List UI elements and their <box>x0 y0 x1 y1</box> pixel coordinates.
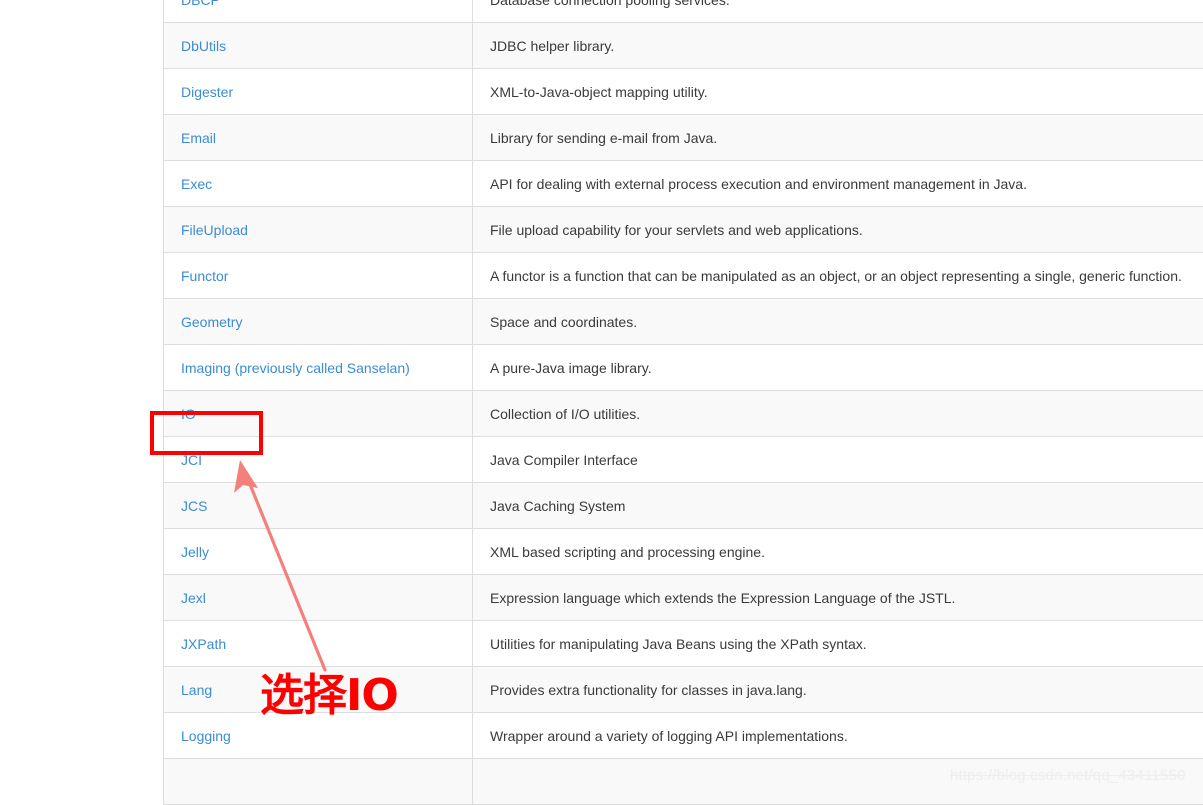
component-link[interactable]: JCI <box>181 452 202 468</box>
component-description-cell: Library for sending e-mail from Java. <box>473 115 1203 161</box>
component-link[interactable]: Lang <box>181 682 212 698</box>
component-description-cell: Java Compiler Interface <box>473 437 1203 483</box>
page-content: DBCP Database connection pooling services… <box>0 0 1203 797</box>
component-link[interactable]: Jexl <box>181 590 206 606</box>
component-description-cell: File upload capability for your servlets… <box>473 207 1203 253</box>
component-link[interactable]: IO <box>181 406 196 422</box>
component-description: A functor is a function that can be mani… <box>490 268 1182 284</box>
component-description-cell: Space and coordinates. <box>473 299 1203 345</box>
component-description: File upload capability for your servlets… <box>490 222 863 238</box>
component-name-cell: Email <box>164 115 473 161</box>
component-description: Java Compiler Interface <box>490 452 638 468</box>
component-link[interactable]: DbUtils <box>181 38 226 54</box>
component-description: XML based scripting and processing engin… <box>490 544 765 560</box>
component-description-cell: Database connection pooling services. <box>473 0 1203 23</box>
component-description: API for dealing with external process ex… <box>490 176 1027 192</box>
component-name-cell: Digester <box>164 69 473 115</box>
table-row: FileUpload File upload capability for you… <box>164 207 1203 253</box>
annotation-label: 选择IO <box>260 674 398 718</box>
component-description-cell: Expression language which extends the Ex… <box>473 575 1203 621</box>
component-name-cell: FileUpload <box>164 207 473 253</box>
component-link[interactable]: DBCP <box>181 0 220 8</box>
component-description-cell: Provides extra functionality for classes… <box>473 667 1203 713</box>
table-row: IO Collection of I/O utilities. <box>164 391 1203 437</box>
component-description: Provides extra functionality for classes… <box>490 682 807 698</box>
table-row: Imaging (previously called Sanselan) A pu… <box>164 345 1203 391</box>
table-row: JXPath Utilities for manipulating Java Be… <box>164 621 1203 667</box>
component-description: A pure-Java image library. <box>490 360 652 376</box>
component-name-cell: Imaging (previously called Sanselan) <box>164 345 473 391</box>
component-description: Expression language which extends the Ex… <box>490 590 955 606</box>
component-description-cell: Java Caching System <box>473 483 1203 529</box>
component-link[interactable]: Logging <box>181 728 231 744</box>
component-link[interactable]: Geometry <box>181 314 242 330</box>
component-name-cell: Geometry <box>164 299 473 345</box>
component-name-cell: JCS <box>164 483 473 529</box>
component-description-cell: Collection of I/O utilities. <box>473 391 1203 437</box>
table-row: Geometry Space and coordinates. <box>164 299 1203 345</box>
component-description: Library for sending e-mail from Java. <box>490 130 717 146</box>
component-description-cell: A pure-Java image library. <box>473 345 1203 391</box>
component-name-cell: Exec <box>164 161 473 207</box>
component-description: Utilities for manipulating Java Beans us… <box>490 636 867 652</box>
component-link[interactable]: Email <box>181 130 216 146</box>
table-row: JCI Java Compiler Interface <box>164 437 1203 483</box>
component-description-cell: XML based scripting and processing engin… <box>473 529 1203 575</box>
component-description: Space and coordinates. <box>490 314 637 330</box>
component-name-cell: IO <box>164 391 473 437</box>
component-description: Java Caching System <box>490 498 625 514</box>
component-name-cell: DbUtils <box>164 23 473 69</box>
component-name-cell: JXPath <box>164 621 473 667</box>
component-name-cell: DBCP <box>164 0 473 23</box>
table-row: Jelly XML based scripting and processing … <box>164 529 1203 575</box>
table-row: DbUtils JDBC helper library. <box>164 23 1203 69</box>
component-description: JDBC helper library. <box>490 38 614 54</box>
table-row: Jexl Expression language which extends th… <box>164 575 1203 621</box>
component-link[interactable]: Imaging (previously called Sanselan) <box>181 360 410 376</box>
table-row: Digester XML-to-Java-object mapping utili… <box>164 69 1203 115</box>
component-description: Database connection pooling services. <box>490 0 730 8</box>
component-name-cell: Jexl <box>164 575 473 621</box>
component-description-cell: Utilities for manipulating Java Beans us… <box>473 621 1203 667</box>
component-link[interactable]: Digester <box>181 84 233 100</box>
component-name-cell: JCI <box>164 437 473 483</box>
component-description: Wrapper around a variety of logging API … <box>490 728 848 744</box>
component-description: Collection of I/O utilities. <box>490 406 640 422</box>
component-description-cell: API for dealing with external process ex… <box>473 161 1203 207</box>
table-row: Exec API for dealing with external proces… <box>164 161 1203 207</box>
table-row: JCS Java Caching System <box>164 483 1203 529</box>
component-link[interactable]: JXPath <box>181 636 226 652</box>
component-link[interactable]: FileUpload <box>181 222 248 238</box>
component-description-cell: A functor is a function that can be mani… <box>473 253 1203 299</box>
component-link[interactable]: Exec <box>181 176 212 192</box>
component-description-cell: JDBC helper library. <box>473 23 1203 69</box>
table-row: Email Library for sending e-mail from Jav… <box>164 115 1203 161</box>
component-link[interactable]: Jelly <box>181 544 209 560</box>
component-link[interactable]: JCS <box>181 498 207 514</box>
component-name-cell <box>164 759 473 805</box>
watermark: https://blog.csdn.net/qq_43411550 <box>950 768 1186 783</box>
component-description-cell: Wrapper around a variety of logging API … <box>473 713 1203 759</box>
component-description: XML-to-Java-object mapping utility. <box>490 84 708 100</box>
component-name-cell: Jelly <box>164 529 473 575</box>
component-link[interactable]: Functor <box>181 268 228 284</box>
component-description-cell: XML-to-Java-object mapping utility. <box>473 69 1203 115</box>
table-row: DBCP Database connection pooling services… <box>164 0 1203 23</box>
table-row: Functor A functor is a function that can … <box>164 253 1203 299</box>
component-name-cell: Functor <box>164 253 473 299</box>
